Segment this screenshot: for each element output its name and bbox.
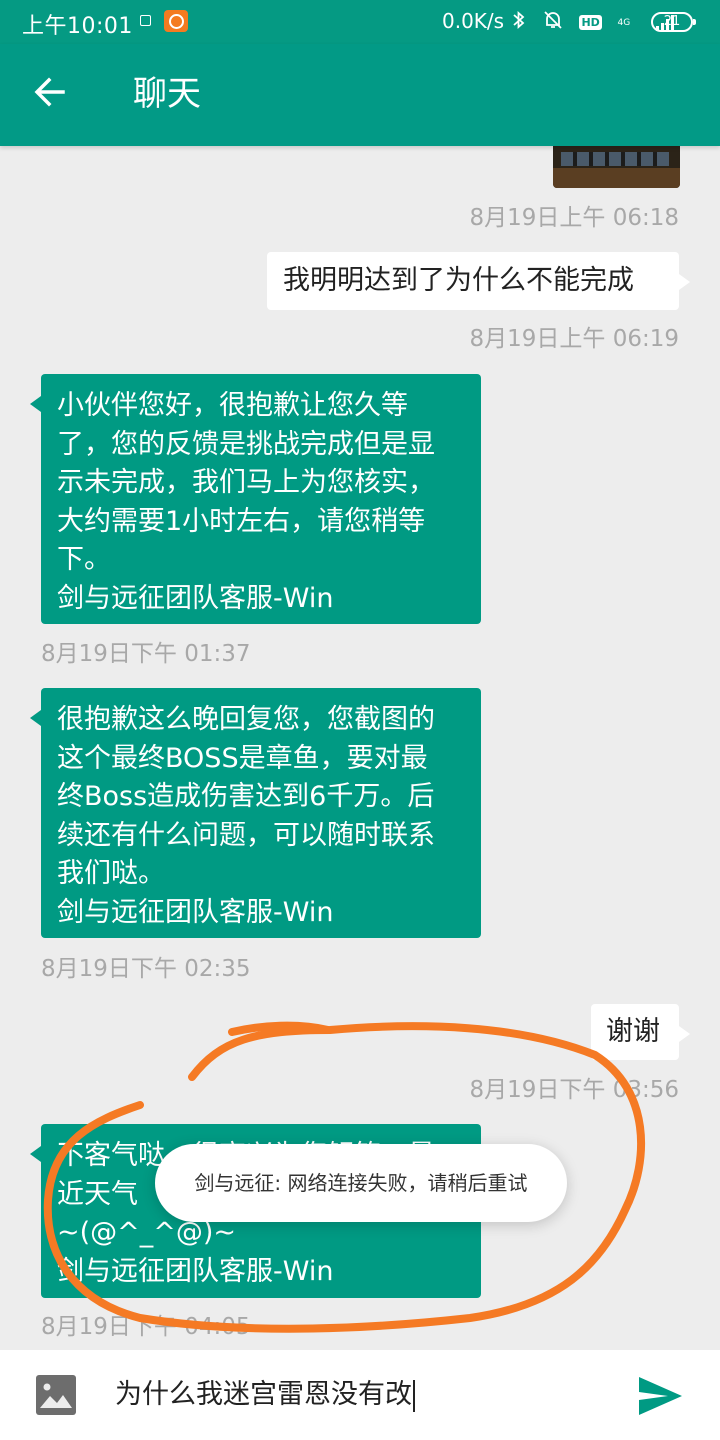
hd-icon: HD	[579, 15, 602, 30]
message-text: 大约需要1小时左右，请您稍等	[57, 505, 426, 537]
arrow-left-icon	[34, 77, 65, 107]
toast-message: 剑与远征: 网络连接失败，请稍后重试	[155, 1144, 567, 1222]
message-signature: 剑与远征团队客服-Win	[57, 896, 334, 928]
image-icon	[36, 1375, 76, 1415]
image-picker-button[interactable]	[35, 1374, 77, 1416]
message-text: 了，您的反馈是挑战完成但是显	[57, 428, 435, 460]
message-timestamp: 8月19日上午 06:18	[469, 205, 680, 231]
message-text: 终Boss造成伤害达到6千万。后	[57, 781, 435, 812]
message-input[interactable]: 为什么我迷宫雷恩没有改	[115, 1370, 615, 1420]
app-bar: 聊天	[0, 44, 720, 146]
message-text: 小伙伴您好，很抱歉让您久等	[57, 390, 408, 421]
message-text: 我们哒。	[57, 858, 165, 889]
message-timestamp: 8月19日下午 03:56	[469, 1077, 680, 1103]
app-notification-icon	[164, 10, 188, 32]
message-text: 很抱歉这么晚回复您，您截图的	[57, 704, 435, 735]
network-type-icon: 4G	[618, 12, 641, 33]
message-text: 我明明达到了为什么不能完成	[283, 265, 634, 296]
image-message[interactable]	[553, 146, 680, 188]
message-input-bar: 为什么我迷宫雷恩没有改	[0, 1350, 720, 1440]
back-button[interactable]	[32, 70, 72, 114]
message-text: 下。	[57, 544, 111, 575]
message-bubble-outgoing[interactable]: 我明明达到了为什么不能完成	[267, 252, 690, 310]
battery-icon: 21	[651, 12, 696, 32]
message-signature: 剑与远征团队客服-Win	[57, 1255, 334, 1287]
bluetooth-icon	[512, 10, 526, 35]
message-text: 这个最终BOSS是章鱼，要对最	[57, 742, 428, 774]
notification-dot-icon	[140, 15, 151, 26]
message-timestamp: 8月19日上午 06:19	[469, 326, 680, 352]
message-bubble-outgoing[interactable]: 谢谢	[591, 1004, 690, 1060]
battery-level: 21	[663, 14, 681, 29]
status-bar: 上午10:01 0.0K/s HD 4G 21	[0, 0, 720, 44]
mute-bell-icon	[542, 9, 564, 36]
message-input-value: 为什么我迷宫雷恩没有改	[115, 1379, 412, 1410]
page-title: 聊天	[133, 74, 201, 114]
message-text: 续还有什么问题，可以随时联系	[57, 819, 435, 851]
message-bubble-incoming[interactable]: 小伙伴您好，很抱歉让您久等 了，您的反馈是挑战完成但是显 示未完成，我们马上为您…	[30, 374, 481, 624]
message-bubble-incoming[interactable]: 很抱歉这么晚回复您，您截图的 这个最终BOSS是章鱼，要对最 终Boss造成伤害…	[30, 688, 481, 938]
message-text: 谢谢	[606, 1016, 660, 1047]
status-time: 上午10:01	[22, 14, 133, 39]
text-caret	[413, 1379, 415, 1412]
message-timestamp: 8月19日下午 02:35	[41, 956, 251, 982]
send-icon	[639, 1377, 682, 1415]
message-text: 示未完成，我们马上为您核实，	[57, 467, 435, 498]
message-timestamp: 8月19日下午 01:37	[41, 641, 251, 667]
network-type-label: 4G	[617, 17, 631, 28]
send-button[interactable]	[636, 1374, 684, 1418]
network-speed: 0.0K/s	[442, 9, 505, 33]
message-timestamp: 8月19日下午 04:05	[41, 1314, 251, 1340]
message-signature: 剑与远征团队客服-Win	[57, 582, 334, 614]
